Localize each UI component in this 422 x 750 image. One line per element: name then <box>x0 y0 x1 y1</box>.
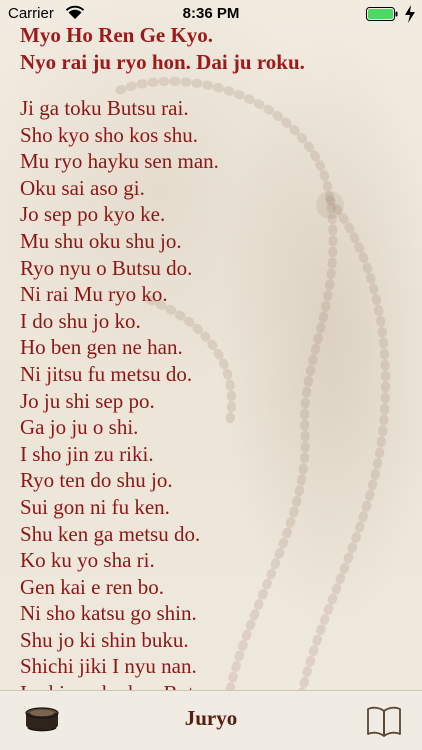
verse-line: Jo ju shi sep po. <box>20 388 155 413</box>
toolbar-title: Juryo <box>184 706 238 730</box>
battery-icon <box>366 7 398 21</box>
verse-line: Ni rai Mu ryo ko. <box>20 282 168 307</box>
verse-line: I sho jin zu riki. <box>20 441 154 466</box>
verse-line: Gen kai e ren bo. <box>20 574 165 599</box>
verse-line: Is shin yoku ken Butsu <box>20 680 412 690</box>
sutra-title-line-2: Nyo rai ju ryo hon. Dai ju roku. <box>20 50 305 74</box>
verse-line: Mu shu oku shu jo. <box>20 228 182 253</box>
verse-line: Sui gon ni fu ken. <box>20 494 170 519</box>
verse-line: Mu ryo hayku sen man. <box>20 149 219 174</box>
clock: 8:36 PM <box>182 5 240 22</box>
verse-line: Oku sai aso gi. <box>20 175 145 200</box>
bottom-toolbar: Juryo <box>0 690 422 750</box>
verse-line: Ni sho katsu go shin. <box>20 601 197 626</box>
book-icon[interactable] <box>366 705 402 737</box>
verse-line: Ko ku yo sha ri. <box>20 548 155 573</box>
sutra-text-scroll[interactable]: Myo Ho Ren Ge Kyo. Nyo rai ju ryo hon. D… <box>20 22 412 690</box>
verse-line: Sho kyo sho kos shu. <box>20 122 198 147</box>
status-bar: Carrier 8:36 PM <box>0 0 422 28</box>
verse-line: Ryo ten do shu jo. <box>20 468 173 493</box>
verse-line: Ryo nyu o Butsu do. <box>20 255 193 280</box>
verse-line: Ga jo ju o shi. <box>20 415 139 440</box>
verse-line: Jo sep po kyo ke. <box>20 202 166 227</box>
verse-line: Shu jo ki shin buku. <box>20 627 189 652</box>
verse-line: Ni jitsu fu metsu do. <box>20 361 193 386</box>
verse-line: Ji ga toku Butsu rai. <box>20 96 189 120</box>
verse-list: Ji ga toku Butsu rai. Sho kyo sho kos sh… <box>20 95 412 690</box>
verse-line: Shu ken ga metsu do. <box>20 521 201 546</box>
verse-line: I do shu jo ko. <box>20 308 141 333</box>
charging-bolt-icon <box>405 5 415 23</box>
verse-line: Ho ben gen ne han. <box>20 335 183 360</box>
verse-line: Shichi jiki I nyu nan. <box>20 654 197 679</box>
